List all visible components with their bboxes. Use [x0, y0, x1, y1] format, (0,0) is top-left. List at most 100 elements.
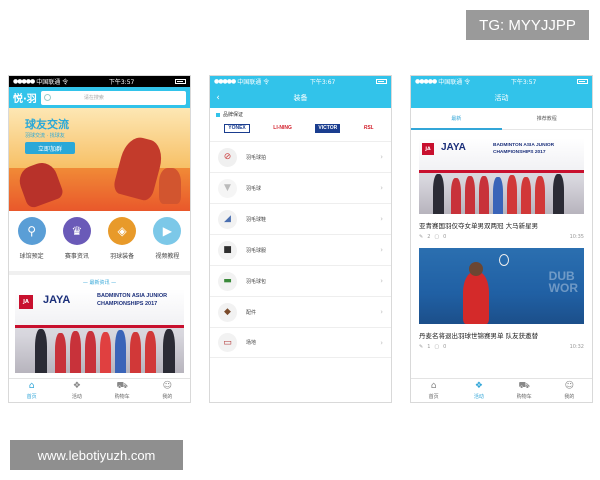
shuttlecock-icon: ▼ [218, 178, 237, 198]
category-video-tutorials[interactable]: ▶ 视频教程 [147, 217, 187, 271]
user-icon: ☺ [162, 380, 173, 391]
app-logo: 悦·羽 [13, 94, 37, 105]
person-official [35, 329, 47, 373]
status-bar: ●●●●● 中国联通令 下午3:57 [411, 76, 592, 87]
tab-cart[interactable]: ⛟ 购物车 [502, 379, 547, 402]
brand-guarantee-title: 品牌保证 [210, 108, 391, 121]
comment-count: 2 [427, 234, 431, 240]
tab-cart[interactable]: ⛟ 购物车 [100, 379, 145, 402]
home-icon: ⌂ [430, 380, 437, 391]
join-group-button[interactable]: 立即加群 [25, 142, 75, 154]
racket-icon [499, 254, 509, 266]
equipment-label: 场地 [246, 340, 257, 346]
jaya-logo: JA [19, 295, 33, 309]
equipment-header: ‹ 装备 [210, 87, 391, 108]
person-athlete [130, 332, 141, 373]
person-athlete [115, 330, 126, 373]
bottom-tab-bar: ⌂ 首页 ❖ 活动 ⛟ 购物车 ☺ 我的 [411, 378, 592, 402]
tab-profile[interactable]: ☺ 我的 [547, 379, 592, 402]
cart-icon: ⛟ [116, 380, 128, 391]
category-label: 羽球装备 [110, 253, 135, 260]
promo-banner[interactable]: 球友交流 羽球交流 · 找球友 立即加群 [9, 108, 190, 211]
chevron-right-icon: › [380, 153, 383, 161]
tg-watermark-badge: TG: MYYJJPP [466, 10, 589, 40]
article-meta: ✎ 2 ▢ 0 10:35 [419, 234, 584, 240]
equipment-label: 羽毛球包 [246, 278, 267, 285]
status-bar: ●●●●● 中国联通令 下午3:57 [9, 76, 190, 87]
tab-profile[interactable]: ☺ 我的 [145, 379, 190, 402]
phone-equipment-screen: ●●●●● 中国联通令 下午3:67 ‹ 装备 品牌保证 YONEX LI-NIN… [209, 75, 392, 403]
home-icon: ⌂ [28, 380, 35, 391]
tab-activity[interactable]: ❖ 活动 [54, 379, 99, 402]
latest-news-header: — 最新资讯 — [82, 279, 117, 286]
news-image[interactable]: JA JAYA BADMINTON ASIA JUNIOR CHAMPIONSH… [15, 289, 184, 373]
user-icon: ☺ [564, 380, 575, 391]
article-card[interactable]: DUB WOR 丹麦名将退出羽球世锦赛男单 队友获邀替 ✎ 1 ▢ 0 10:32 [411, 248, 592, 350]
search-input[interactable]: 请在搜索 [40, 90, 186, 105]
website-watermark-badge: www.lebotiyuzh.com [10, 440, 183, 470]
equipment-label: 羽毛球 [246, 185, 262, 192]
signal-icon: ●●●●● [214, 78, 236, 85]
equipment-item-shuttlecocks[interactable]: ▼ 羽毛球 › [210, 172, 391, 203]
person-athlete [479, 176, 489, 214]
equipment-item-bags[interactable]: ▬ 羽毛球包 › [210, 265, 391, 296]
carrier-label: 中国联通 [36, 79, 61, 86]
wifi-icon: 令 [263, 79, 270, 86]
phone-activity-screen: ●●●●● 中国联通令 下午3:57 活动 最新 推荐教程 JA JAYA BAD… [410, 75, 593, 403]
equipment-label: 羽毛球服 [246, 247, 267, 254]
banner-title: 球友交流 [25, 118, 69, 131]
status-time: 下午3:67 [309, 79, 336, 86]
event-caption-line2: CHAMPIONSHIPS 2017 [493, 150, 546, 155]
player-head [469, 262, 483, 276]
brand-guarantee-label: 品牌保证 [223, 112, 244, 118]
tab-latest[interactable]: 最新 [411, 108, 502, 130]
shoe-icon: ◢ [218, 209, 237, 229]
chevron-right-icon: › [380, 184, 383, 192]
tab-home[interactable]: ⌂ 首页 [411, 379, 456, 402]
equipment-item-courts[interactable]: ▭ 场地 › [210, 327, 391, 358]
brand-lining[interactable]: LI-NING [270, 124, 295, 133]
person-athlete [451, 178, 461, 214]
tab-home[interactable]: ⌂ 首页 [9, 379, 54, 402]
person-athlete [70, 331, 81, 373]
chevron-right-icon: › [380, 277, 383, 285]
search-placeholder: 请在搜索 [83, 95, 104, 101]
search-icon [43, 94, 51, 101]
home-header: 悦·羽 请在搜索 [9, 87, 190, 108]
equipment-item-apparel[interactable]: ■ 羽毛球服 › [210, 234, 391, 265]
category-label: 赛事资讯 [64, 253, 89, 260]
back-icon[interactable]: ‹ [210, 93, 226, 103]
tab-recommended-tutorials[interactable]: 推荐教程 [502, 108, 593, 129]
jaya-name: JAYA [441, 142, 466, 153]
red-stripe [15, 325, 184, 328]
category-event-news[interactable]: ♛ 赛事资讯 [57, 217, 97, 271]
event-caption-line1: BADMINTON ASIA JUNIOR [493, 143, 555, 148]
comment-icon: ✎ [419, 234, 424, 240]
banner-player-far [159, 168, 181, 204]
tab-label: 购物车 [114, 393, 130, 400]
dubai-signage: DUB WOR [548, 269, 578, 295]
person-official [433, 174, 444, 214]
article-card[interactable]: JA JAYA BADMINTON ASIA JUNIOR CHAMPIONSH… [411, 138, 592, 240]
category-equipment[interactable]: ◈ 羽球装备 [102, 217, 142, 271]
brand-victor[interactable]: VICTOR [315, 123, 341, 133]
brand-yonex[interactable]: YONEX [224, 123, 250, 133]
comment-count: 1 [427, 344, 431, 350]
activity-subtabs: 最新 推荐教程 [411, 108, 592, 130]
event-caption-line1: BADMINTON ASIA JUNIOR [97, 293, 168, 299]
equipment-item-accessories[interactable]: ◆ 配件 › [210, 296, 391, 327]
equipment-item-shoes[interactable]: ◢ 羽毛球鞋 › [210, 203, 391, 234]
activity-icon: ❖ [474, 380, 483, 391]
tab-activity[interactable]: ❖ 活动 [456, 379, 501, 402]
like-icon: ▢ [434, 234, 440, 240]
brand-rsl[interactable]: RSL [361, 124, 377, 133]
category-label: 视频教程 [155, 253, 180, 260]
battery-icon [576, 79, 588, 84]
like-count: 0 [443, 344, 447, 350]
tab-label: 购物车 [516, 393, 532, 400]
like-count: 0 [443, 234, 447, 240]
banner-subtitle: 羽球交流 · 找球友 [25, 133, 65, 139]
person-athlete [521, 177, 531, 214]
category-court-booking[interactable]: ⚲ 球馆预定 [12, 217, 52, 271]
equipment-item-rackets[interactable]: ⊘ 羽毛球拍 › [210, 141, 391, 172]
